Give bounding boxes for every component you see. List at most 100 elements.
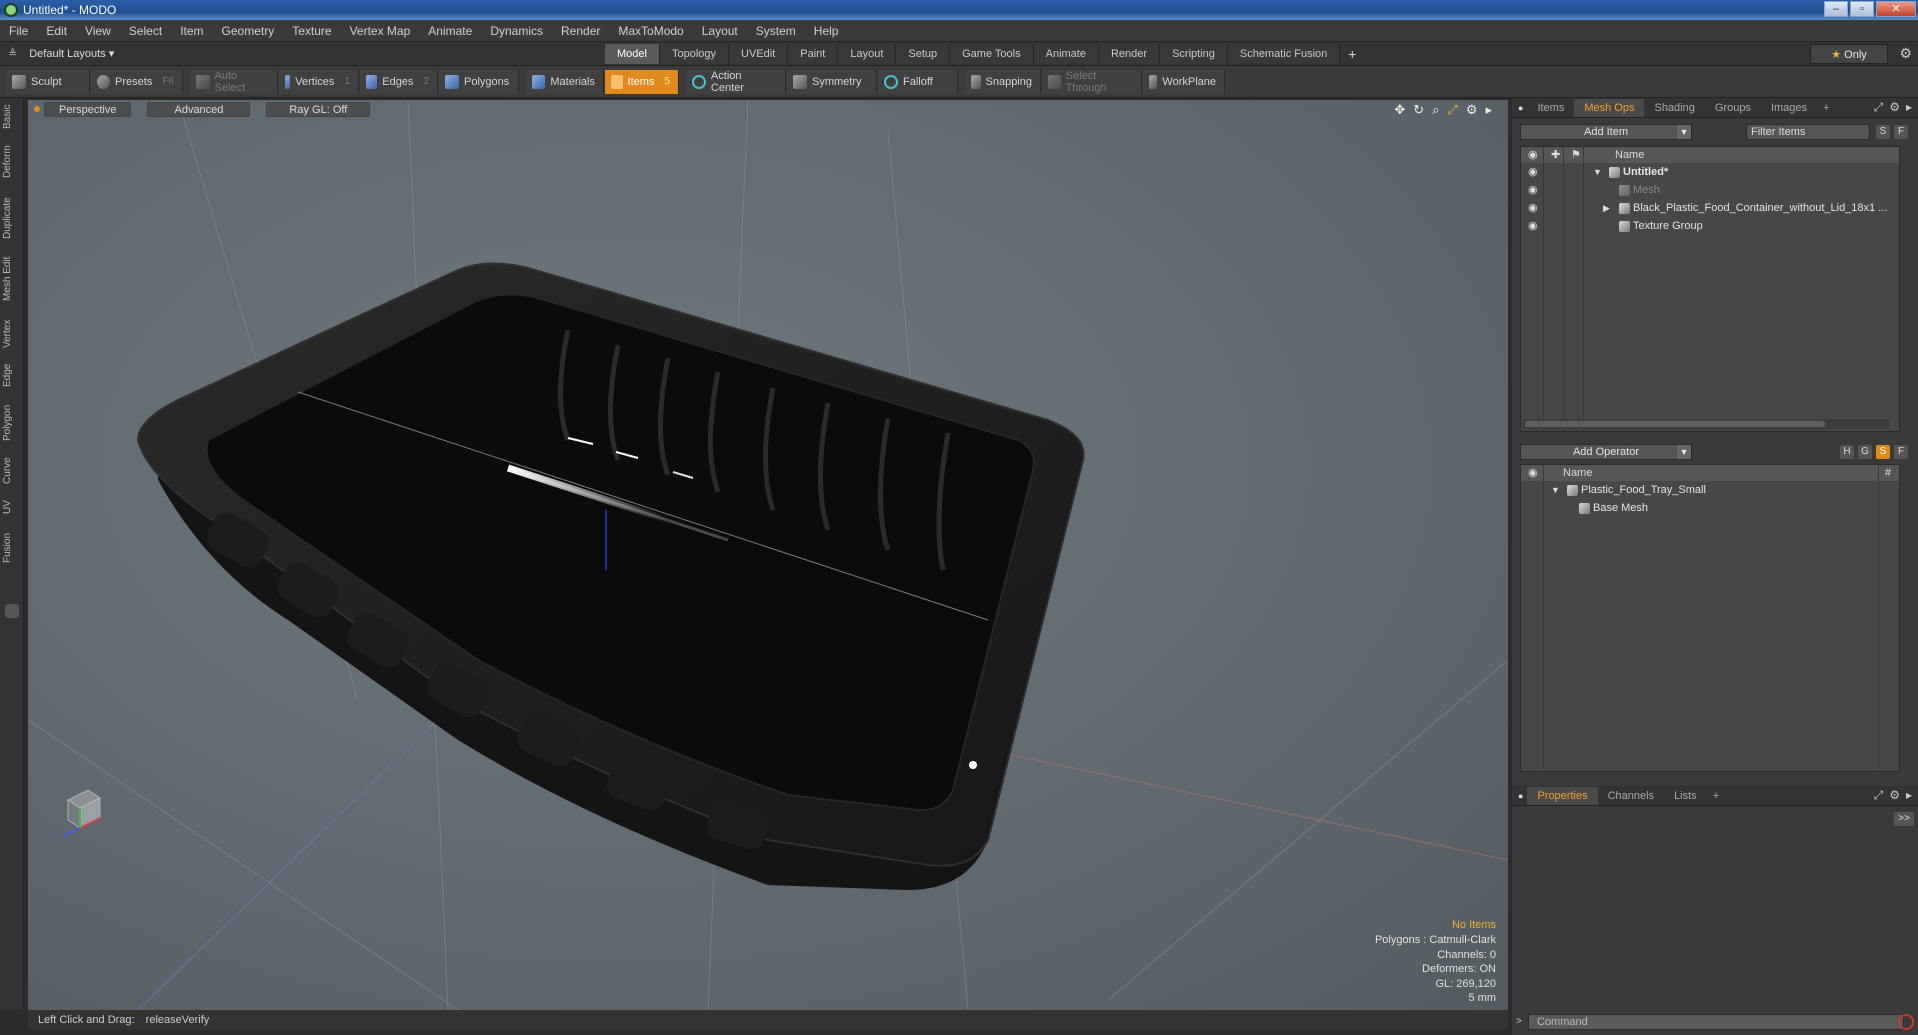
tree-row-container[interactable]: ◉ ▶ Black_Plastic_Food_Container_without…	[1521, 199, 1899, 217]
edges-button[interactable]: Edges 2	[360, 69, 438, 94]
tab-render[interactable]: Render	[1098, 44, 1161, 64]
falloff-button[interactable]: Falloff	[878, 69, 958, 94]
menu-dynamics[interactable]: Dynamics	[481, 24, 552, 38]
tab-paint[interactable]: Paint	[788, 44, 839, 64]
vtab-uv[interactable]: UV	[2, 496, 22, 518]
menu-view[interactable]: View	[76, 24, 120, 38]
select-through-button[interactable]: Select Through	[1042, 69, 1142, 94]
tab-channels[interactable]: Channels	[1598, 787, 1664, 805]
vtab-edge[interactable]: Edge	[2, 360, 22, 390]
menu-maxtomodo[interactable]: MaxToModo	[609, 24, 692, 38]
pop-out-icon[interactable]: ⤢	[1874, 788, 1884, 803]
add-tab-icon[interactable]: +	[1340, 44, 1364, 64]
vertices-button[interactable]: Vertices 1	[279, 69, 359, 94]
vtab-basic[interactable]: Basic	[2, 102, 22, 132]
h-button[interactable]: H	[1840, 445, 1854, 459]
tab-animate[interactable]: Animate	[1033, 44, 1099, 64]
vtab-vertex[interactable]: Vertex	[2, 316, 22, 352]
panel-gear-icon[interactable]: ⚙	[1889, 788, 1900, 803]
shading-mode-button[interactable]: Advanced	[147, 101, 251, 117]
filter-items-input[interactable]: Filter Items	[1746, 124, 1870, 140]
command-input[interactable]: Command	[1528, 1014, 1904, 1030]
add-item-dropdown[interactable]: Add Item ▼	[1520, 124, 1692, 140]
add-panel-tab-icon[interactable]: +	[1817, 102, 1835, 114]
view-mode-button[interactable]: Perspective	[44, 101, 132, 117]
maximize-button[interactable]: ▫	[1850, 1, 1874, 17]
add-operator-dropdown[interactable]: Add Operator ▼	[1520, 444, 1692, 460]
panel-menu-icon[interactable]: ●	[1518, 103, 1523, 113]
eye-icon[interactable]: ◉	[1528, 184, 1540, 196]
workplane-button[interactable]: WorkPlane	[1143, 69, 1225, 94]
eye-icon[interactable]: ◉	[1528, 166, 1540, 178]
g-button[interactable]: G	[1858, 445, 1872, 459]
eye-icon[interactable]: ◉	[1528, 202, 1540, 214]
tab-topology[interactable]: Topology	[659, 44, 730, 64]
s-button[interactable]: S	[1876, 445, 1890, 459]
expand-properties-button[interactable]: >>	[1894, 812, 1914, 826]
ops-row-tray[interactable]: ▼ Plastic_Food_Tray_Small	[1521, 481, 1899, 499]
layout-dropdown[interactable]: ≜ Default Layouts ▾	[0, 47, 160, 60]
ops-row-base-mesh[interactable]: Base Mesh	[1521, 499, 1899, 517]
tab-model[interactable]: Model	[605, 44, 660, 64]
panel-arrow-icon[interactable]: ▸	[1906, 100, 1912, 115]
tab-setup[interactable]: Setup	[896, 44, 951, 64]
snapping-button[interactable]: Snapping	[965, 69, 1041, 94]
materials-button[interactable]: Materials	[526, 69, 604, 94]
vtab-polygon[interactable]: Polygon	[2, 400, 22, 446]
expand-arrow-icon[interactable]: ▼	[1593, 163, 1602, 181]
tab-scripting[interactable]: Scripting	[1160, 44, 1228, 64]
polygons-button[interactable]: Polygons	[439, 69, 519, 94]
menu-render[interactable]: Render	[552, 24, 609, 38]
tab-uvedit[interactable]: UVEdit	[729, 44, 789, 64]
tab-groups[interactable]: Groups	[1705, 99, 1761, 117]
menu-help[interactable]: Help	[805, 24, 848, 38]
pop-out-icon[interactable]: ⤢	[1874, 100, 1884, 115]
vtab-duplicate[interactable]: Duplicate	[2, 194, 22, 242]
vtab-curve[interactable]: Curve	[2, 454, 22, 488]
zoom-icon[interactable]: ⌕	[1432, 102, 1439, 118]
minimize-button[interactable]: –	[1824, 1, 1848, 17]
close-button[interactable]: ✕	[1876, 1, 1916, 17]
menu-file[interactable]: File	[0, 24, 37, 38]
f-filter-button[interactable]: F	[1894, 125, 1908, 139]
tab-properties[interactable]: Properties	[1527, 786, 1598, 805]
presets-button[interactable]: Presets F6	[91, 69, 183, 94]
vtab-mesh-edit[interactable]: Mesh Edit	[2, 254, 22, 304]
menu-texture[interactable]: Texture	[283, 24, 340, 38]
f-button[interactable]: F	[1894, 445, 1908, 459]
tab-images[interactable]: Images	[1761, 99, 1817, 117]
only-toggle[interactable]: ★ Only	[1810, 44, 1888, 64]
viewport-settings-icon[interactable]: ⚙	[1466, 102, 1478, 118]
menu-layout[interactable]: Layout	[693, 24, 747, 38]
vtab-deform[interactable]: Deform	[2, 142, 22, 182]
collapse-toolbar-button[interactable]	[5, 604, 19, 618]
tree-row-texture-group[interactable]: ◉ Texture Group	[1521, 217, 1899, 235]
panel-gear-icon[interactable]: ⚙	[1889, 100, 1900, 115]
viewport-expand-icon[interactable]: ▸	[1485, 102, 1492, 118]
auto-select-button[interactable]: Auto Select	[190, 69, 278, 94]
menu-geometry[interactable]: Geometry	[213, 24, 284, 38]
expand-arrow-icon[interactable]: ▼	[1551, 481, 1560, 499]
maximize-view-icon[interactable]: ⤢	[1447, 102, 1457, 118]
sculpt-button[interactable]: Sculpt	[6, 69, 90, 94]
tab-lists[interactable]: Lists	[1664, 787, 1707, 805]
menu-item[interactable]: Item	[171, 24, 212, 38]
raygl-button[interactable]: Ray GL: Off	[266, 101, 371, 117]
menu-system[interactable]: System	[747, 24, 805, 38]
tree-row-scene[interactable]: ◉ ▼ Untitled*	[1521, 163, 1899, 181]
item-list-hscroll[interactable]	[1523, 419, 1889, 429]
panel-arrow-icon[interactable]: ▸	[1906, 788, 1912, 803]
tab-layout[interactable]: Layout	[838, 44, 897, 64]
tab-shading[interactable]: Shading	[1644, 99, 1704, 117]
menu-animate[interactable]: Animate	[419, 24, 481, 38]
tab-items[interactable]: Items	[1527, 99, 1574, 117]
tree-row-mesh[interactable]: ◉ Mesh	[1521, 181, 1899, 199]
tab-mesh-ops[interactable]: Mesh Ops	[1574, 98, 1645, 117]
menu-vertex-map[interactable]: Vertex Map	[341, 24, 420, 38]
menu-edit[interactable]: Edit	[37, 24, 76, 38]
menu-select[interactable]: Select	[120, 24, 171, 38]
rotate-icon[interactable]: ↻	[1413, 102, 1424, 118]
expand-arrow-icon[interactable]: ▶	[1603, 199, 1610, 217]
gear-icon[interactable]: ⚙	[1899, 45, 1912, 62]
eye-icon[interactable]: ◉	[1528, 220, 1540, 232]
